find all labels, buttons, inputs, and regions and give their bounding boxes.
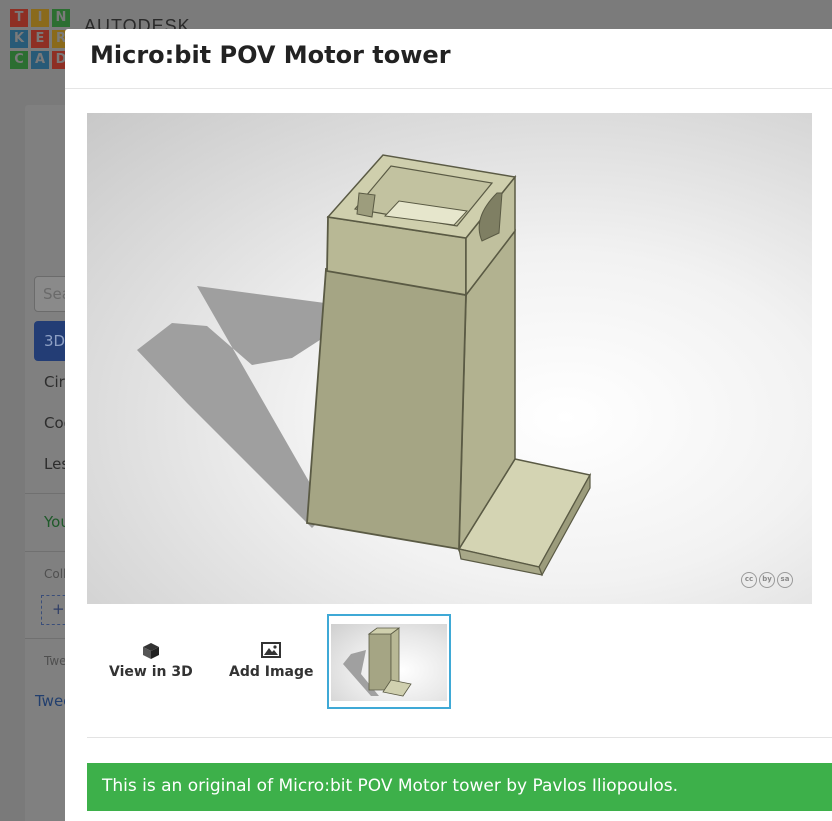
sa-icon: sa [777, 572, 793, 588]
logo-letter: T [10, 9, 28, 27]
logo-letter: C [10, 51, 28, 69]
divider [87, 737, 832, 738]
tinkercad-logo[interactable]: T I N K E R C A D [10, 9, 72, 69]
license-badges[interactable]: cc by sa [741, 572, 793, 588]
thumbnail-image [331, 624, 447, 701]
cc-icon: cc [741, 572, 757, 588]
image-icon [229, 642, 314, 660]
modal-header: Micro:bit POV Motor tower [65, 29, 832, 89]
preview-thumbnail[interactable] [327, 614, 451, 709]
modal-title: Micro:bit POV Motor tower [90, 41, 451, 69]
design-preview[interactable]: cc by sa [87, 113, 812, 604]
cube-icon [109, 642, 193, 660]
logo-letter: E [31, 30, 49, 48]
logo-letter: N [52, 9, 70, 27]
by-icon: by [759, 572, 775, 588]
design-modal: Micro:bit POV Motor tower cc by sa View … [65, 29, 832, 821]
logo-letter: K [10, 30, 28, 48]
logo-letter: A [31, 51, 49, 69]
add-image-label: Add Image [229, 664, 314, 680]
preview-actions: View in 3D Add Image [87, 614, 832, 709]
view-in-3d-label: View in 3D [109, 664, 193, 680]
add-image-button[interactable]: Add Image [229, 642, 314, 680]
original-notice: This is an original of Micro:bit POV Mot… [87, 763, 832, 811]
model-shadow [137, 286, 327, 528]
logo-letter: I [31, 9, 49, 27]
model-render-image [137, 154, 592, 577]
view-in-3d-button[interactable]: View in 3D [109, 642, 193, 680]
